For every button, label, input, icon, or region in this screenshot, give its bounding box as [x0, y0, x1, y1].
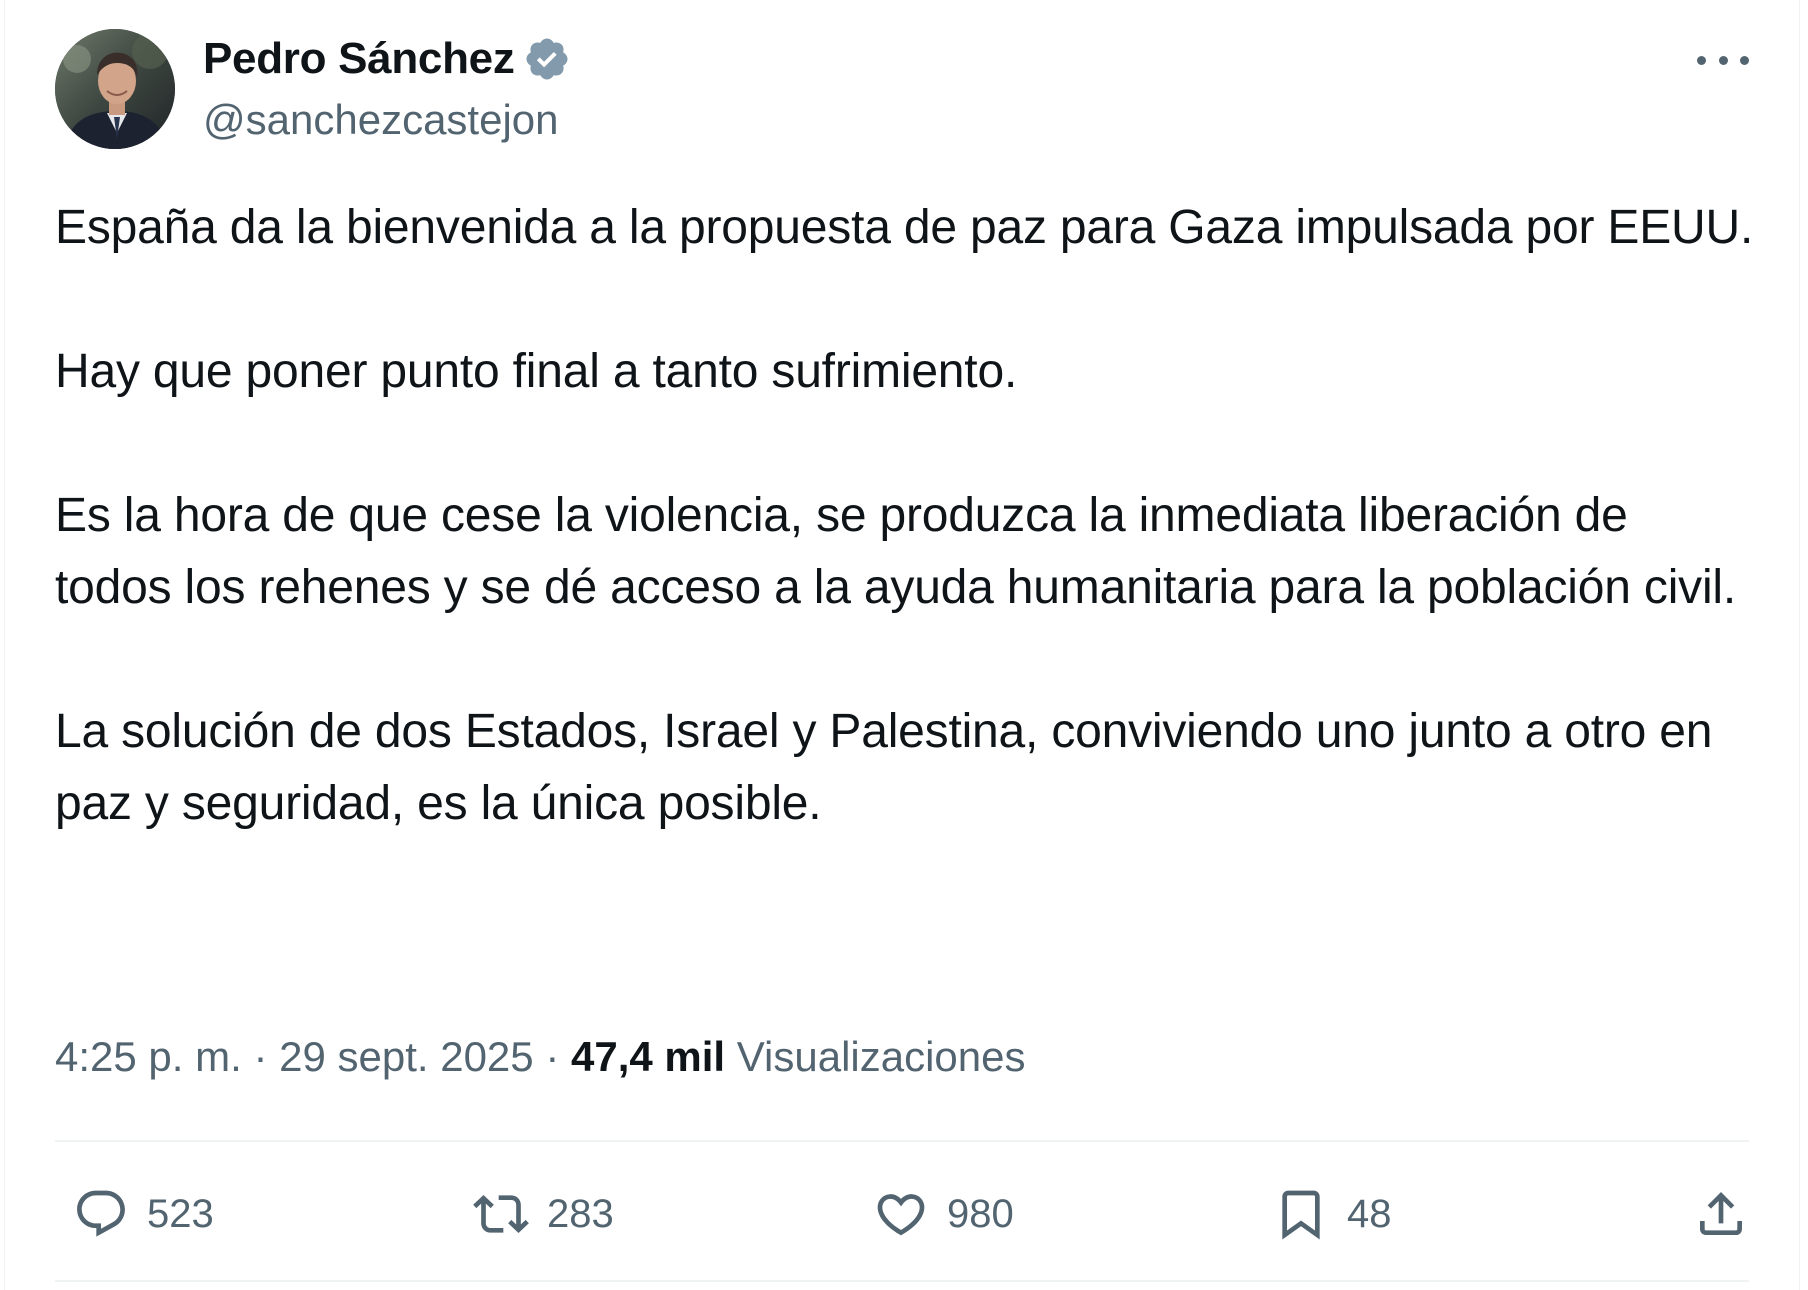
tweet-text: España da la bienvenida a la propuesta d…	[55, 192, 1755, 912]
tweet-date[interactable]: 29 sept. 2025	[279, 1033, 534, 1080]
avatar[interactable]	[55, 29, 175, 149]
more-options-icon[interactable]	[1697, 40, 1749, 80]
divider	[55, 1140, 1749, 1142]
tweet-paragraph: España da la bienvenida a la propuesta d…	[55, 201, 1754, 254]
tweet-paragraph: Es la hora de que cese la violencia, se …	[55, 489, 1737, 614]
tweet-paragraph: Hay que poner punto final a tanto sufrim…	[55, 345, 1018, 398]
author-name[interactable]: Pedro Sánchez	[203, 30, 515, 88]
heart-icon	[877, 1194, 925, 1236]
retweet-button[interactable]: 283	[473, 1182, 614, 1246]
author-handle[interactable]: @sanchezcastejon	[203, 92, 559, 148]
reply-icon	[77, 1190, 125, 1237]
views-label[interactable]: Visualizaciones	[737, 1033, 1026, 1080]
tweet-metadata: 4:25 p. m. · 29 sept. 2025 · 47,4 mil Vi…	[55, 1029, 1026, 1085]
share-icon	[1700, 1192, 1742, 1235]
separator: ·	[545, 1033, 560, 1080]
divider	[55, 1280, 1749, 1282]
views-count[interactable]: 47,4 mil	[571, 1033, 725, 1080]
reply-button[interactable]: 523	[73, 1182, 214, 1246]
share-button[interactable]	[1693, 1182, 1749, 1246]
verified-badge-icon[interactable]	[523, 35, 571, 83]
like-button[interactable]: 980	[873, 1182, 1014, 1246]
tweet-paragraph: La solución de dos Estados, Israel y Pal…	[55, 705, 1713, 830]
bookmark-button[interactable]: 48	[1273, 1182, 1392, 1246]
tweet-time[interactable]: 4:25 p. m.	[55, 1033, 242, 1080]
avatar-photo	[55, 29, 175, 149]
like-count: 980	[947, 1191, 1014, 1236]
reply-count: 523	[147, 1191, 214, 1236]
action-bar: 523 283 980 48	[55, 1182, 1749, 1246]
retweet-icon	[473, 1195, 529, 1233]
separator: ·	[253, 1033, 268, 1080]
dot	[1740, 55, 1749, 65]
bookmark-icon	[1282, 1190, 1320, 1240]
retweet-count: 283	[547, 1191, 614, 1236]
bookmark-count: 48	[1347, 1191, 1392, 1236]
tweet-card: Pedro Sánchez @sanchezcastejon España da…	[4, 0, 1800, 1290]
author-name-row[interactable]: Pedro Sánchez	[203, 30, 571, 88]
dot	[1697, 55, 1706, 65]
dot	[1718, 55, 1728, 65]
